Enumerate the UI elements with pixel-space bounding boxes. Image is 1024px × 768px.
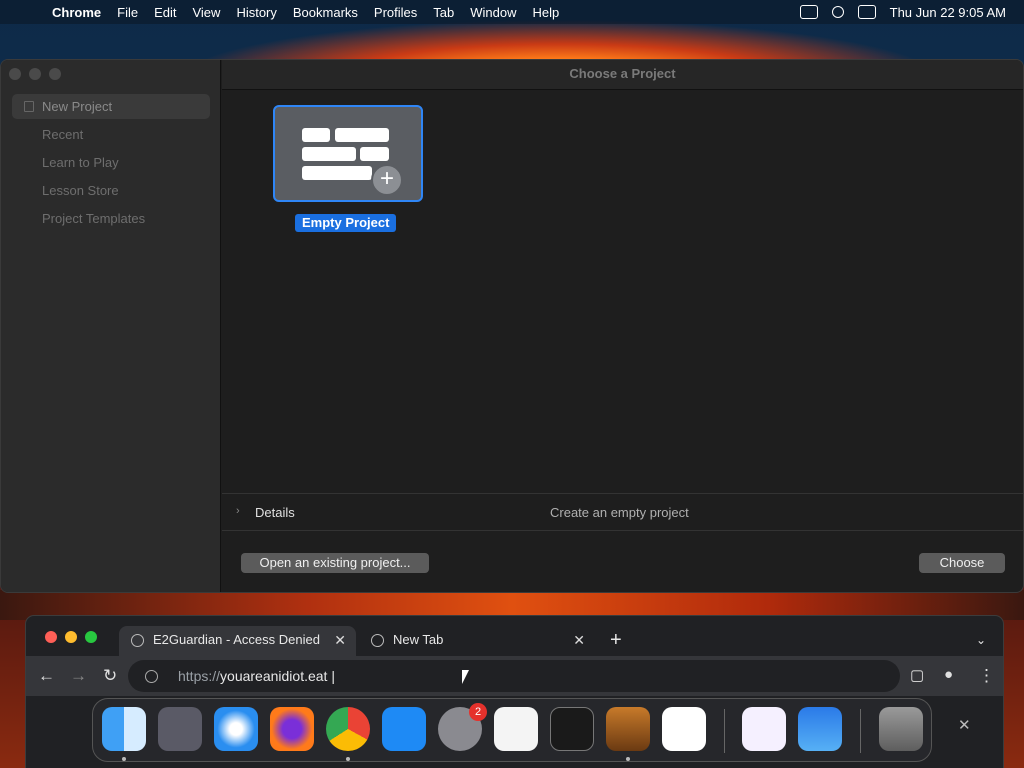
safari-icon[interactable] xyxy=(214,707,258,751)
app-store-icon[interactable] xyxy=(382,707,426,751)
site-info-icon[interactable] xyxy=(145,670,158,683)
add-icon: + xyxy=(371,164,403,196)
chrome-minimize-button[interactable] xyxy=(65,631,77,643)
details-toggle[interactable]: Details xyxy=(255,505,295,520)
screen-mirroring-icon[interactable] xyxy=(799,5,818,19)
dock: 2 xyxy=(92,698,932,762)
menu-edit[interactable]: Edit xyxy=(154,5,186,20)
menu-file[interactable]: File xyxy=(117,5,148,20)
new-tab-button[interactable]: + xyxy=(610,626,630,656)
reload-icon[interactable]: ↻ xyxy=(103,666,117,686)
back-arrow-icon[interactable]: ← xyxy=(38,666,55,686)
visual-studio-icon[interactable] xyxy=(742,707,786,751)
trash-icon[interactable] xyxy=(879,707,923,751)
window-title: Choose a Project xyxy=(222,60,1023,90)
document-icon xyxy=(24,101,34,112)
textedit-icon[interactable] xyxy=(494,707,538,751)
garageband-icon[interactable] xyxy=(606,707,650,751)
chooser-sidebar: New Project Recent Learn to Play Lesson … xyxy=(1,60,221,592)
menu-bar: Chrome File Edit View History Bookmarks … xyxy=(0,0,1024,24)
close-button[interactable] xyxy=(9,68,21,80)
address-text[interactable]: https://youareanidiot.eat | xyxy=(178,668,335,684)
template-block xyxy=(335,128,389,142)
firefox-icon[interactable] xyxy=(270,707,314,751)
weather-icon[interactable] xyxy=(798,707,842,751)
choose-project-window: New Project Recent Learn to Play Lesson … xyxy=(0,59,1024,593)
side-panel-icon[interactable]: ▢ xyxy=(910,666,924,684)
choose-button[interactable]: Choose xyxy=(919,553,1005,573)
address-bar[interactable]: https://youareanidiot.eat | xyxy=(128,660,900,692)
menu-tab[interactable]: Tab xyxy=(433,5,464,20)
notification-badge: 2 xyxy=(469,703,487,721)
dock-separator xyxy=(724,709,725,753)
chrome-toolbar: ← → ↻ https://youareanidiot.eat | ▢ ● ⋮ xyxy=(26,656,1003,696)
chrome-icon xyxy=(371,634,384,647)
template-block xyxy=(302,147,356,161)
menu-profiles[interactable]: Profiles xyxy=(374,5,427,20)
tab-new-tab[interactable]: New Tab ✕ xyxy=(359,626,595,656)
mouse-pointer xyxy=(462,670,469,684)
tab-favicon-icon xyxy=(131,634,144,647)
menu-window[interactable]: Window xyxy=(470,5,526,20)
running-indicator xyxy=(122,757,126,761)
vscode-icon[interactable] xyxy=(662,707,706,751)
chrome-zoom-button[interactable] xyxy=(85,631,97,643)
template-block xyxy=(360,147,389,161)
control-center-icon[interactable] xyxy=(857,5,876,19)
menu-view[interactable]: View xyxy=(192,5,230,20)
tab-search-chevron-icon[interactable]: ⌄ xyxy=(976,626,990,656)
zoom-button[interactable] xyxy=(49,68,61,80)
dock-separator xyxy=(860,709,861,753)
menu-bookmarks[interactable]: Bookmarks xyxy=(293,5,368,20)
forward-arrow-icon[interactable]: → xyxy=(70,666,87,686)
chrome-window-controls xyxy=(45,631,97,643)
close-tab-icon[interactable]: ✕ xyxy=(334,626,346,654)
running-indicator xyxy=(346,757,350,761)
launchpad-icon[interactable] xyxy=(158,707,202,751)
sidebar-item-lesson-store[interactable]: Lesson Store xyxy=(12,178,210,203)
sidebar-item-project-templates[interactable]: Project Templates xyxy=(12,206,210,231)
chrome-app-icon[interactable] xyxy=(326,707,370,751)
spotlight-search-icon[interactable] xyxy=(831,6,844,18)
template-block xyxy=(302,128,330,142)
close-panel-icon[interactable]: ✕ xyxy=(958,716,971,734)
running-indicator xyxy=(626,757,630,761)
minimize-button[interactable] xyxy=(29,68,41,80)
chevron-right-icon[interactable]: › xyxy=(236,505,240,517)
profile-icon[interactable]: ● xyxy=(944,666,953,683)
menu-help[interactable]: Help xyxy=(533,5,570,20)
chrome-close-button[interactable] xyxy=(45,631,57,643)
terminal-icon[interactable] xyxy=(550,707,594,751)
open-existing-project-button[interactable]: Open an existing project... xyxy=(241,553,429,573)
menu-app-name[interactable]: Chrome xyxy=(52,5,111,20)
close-tab-icon[interactable]: ✕ xyxy=(573,626,585,654)
menu-history[interactable]: History xyxy=(236,5,286,20)
empty-project-template[interactable]: + xyxy=(273,105,423,202)
sidebar-item-recent[interactable]: Recent xyxy=(12,122,210,147)
details-bar: › Details Create an empty project xyxy=(222,493,1023,531)
empty-project-label[interactable]: Empty Project xyxy=(295,214,397,232)
tab-e2guardian[interactable]: E2Guardian - Access Denied ✕ xyxy=(119,626,356,656)
details-description: Create an empty project xyxy=(550,505,689,520)
more-menu-icon[interactable]: ⋮ xyxy=(978,666,995,686)
template-block xyxy=(302,166,372,180)
menu-clock[interactable]: Thu Jun 22 9:05 AM xyxy=(890,5,1006,20)
sidebar-item-learn-to-play[interactable]: Learn to Play xyxy=(12,150,210,175)
finder-icon[interactable] xyxy=(102,707,146,751)
sidebar-item-new-project[interactable]: New Project xyxy=(12,94,210,119)
window-controls xyxy=(9,68,61,80)
